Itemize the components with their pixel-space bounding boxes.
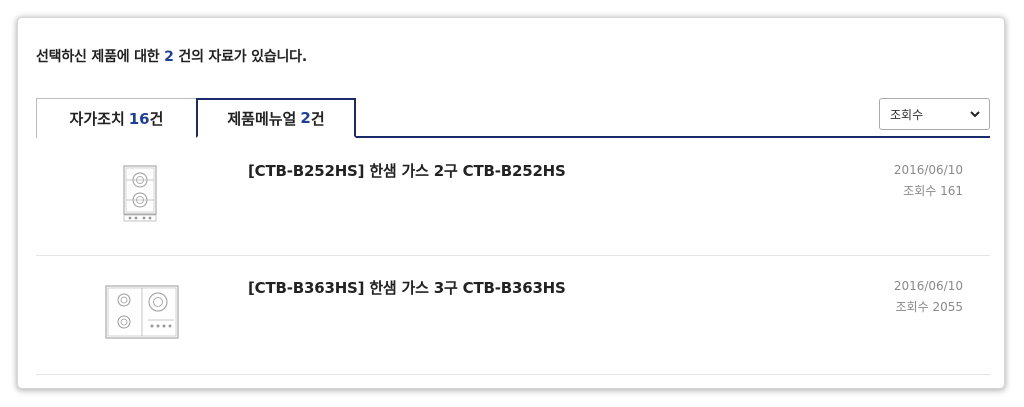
tab-product-manual-count: 2 xyxy=(300,109,311,127)
three-burner-cooktop-icon xyxy=(105,285,179,339)
sort-select[interactable]: 조회수 xyxy=(879,98,990,130)
item-meta: 2016/06/10 조회수 161 xyxy=(894,160,963,202)
tab-product-manual-label: 제품메뉴얼 xyxy=(227,109,297,128)
tab-product-manual-unit: 건 xyxy=(310,109,325,128)
result-summary: 선택하신 제품에 대한 2 건의 자료가 있습니다. xyxy=(36,46,307,66)
item-views: 조회수 161 xyxy=(903,184,963,198)
tab-self-service-unit: 건 xyxy=(149,110,164,128)
chevron-down-icon xyxy=(970,111,980,118)
item-meta: 2016/06/10 조회수 2055 xyxy=(894,276,963,318)
summary-suffix: 건의 자료가 있습니다. xyxy=(178,49,307,65)
tab-self-service-count: 16 xyxy=(128,109,150,128)
item-date: 2016/06/10 xyxy=(893,163,963,177)
summary-prefix: 선택하신 제품에 대한 xyxy=(36,49,160,65)
content-panel: 선택하신 제품에 대한 2 건의 자료가 있습니다. 자가조치 16 건 제품메뉴… xyxy=(18,18,1004,388)
item-views: 조회수 2055 xyxy=(895,300,963,314)
two-burner-cooktop-icon xyxy=(123,165,157,222)
list-item[interactable]: [CTB-B252HS] 한샘 가스 2구 CTB-B252HS 2016/06… xyxy=(36,138,990,256)
summary-count: 2 xyxy=(164,49,174,65)
tab-self-service[interactable]: 자가조치 16 건 xyxy=(36,98,197,138)
item-title[interactable]: [CTB-B252HS] 한샘 가스 2구 CTB-B252HS xyxy=(248,160,566,181)
tab-self-service-label: 자가조치 xyxy=(69,110,125,128)
item-title[interactable]: [CTB-B363HS] 한샘 가스 3구 CTB-B363HS xyxy=(248,277,566,298)
tab-product-manual[interactable]: 제품메뉴얼 2건 xyxy=(196,98,356,138)
list-item[interactable]: [CTB-B363HS] 한샘 가스 3구 CTB-B363HS 2016/06… xyxy=(36,256,990,375)
category-tabs: 자가조치 16 건 제품메뉴얼 2건 xyxy=(36,98,990,138)
sort-select-value: 조회수 xyxy=(890,107,924,122)
item-date: 2016/06/10 xyxy=(893,279,963,293)
